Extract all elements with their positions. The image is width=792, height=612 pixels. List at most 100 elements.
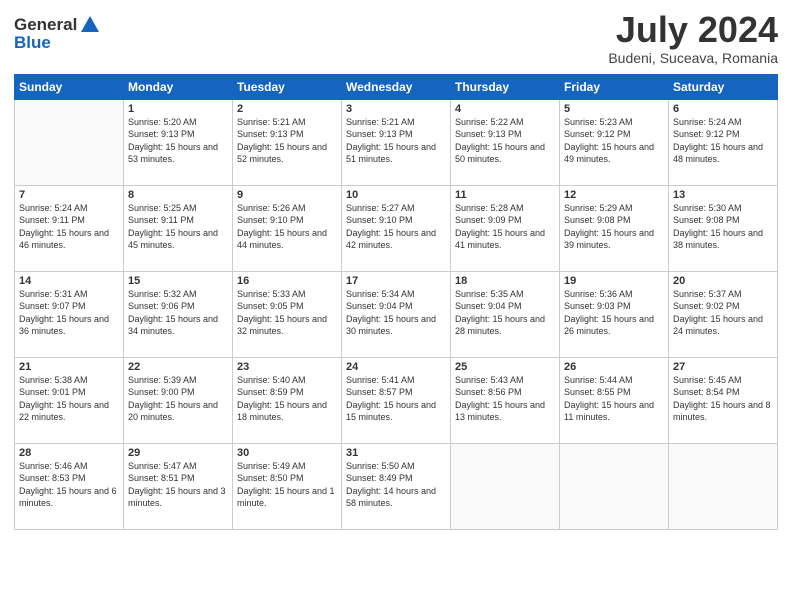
daylight: Daylight: 15 hours and 45 minutes. bbox=[128, 228, 218, 251]
daylight: Daylight: 14 hours and 58 minutes. bbox=[346, 486, 436, 509]
day-number: 22 bbox=[128, 361, 228, 373]
sunrise: Sunrise: 5:24 AM bbox=[19, 203, 88, 213]
day-info: Sunrise: 5:36 AMSunset: 9:03 PMDaylight:… bbox=[564, 288, 664, 338]
sunset: Sunset: 9:02 PM bbox=[673, 301, 740, 311]
daylight: Daylight: 15 hours and 53 minutes. bbox=[128, 142, 218, 165]
calendar-cell: 19Sunrise: 5:36 AMSunset: 9:03 PMDayligh… bbox=[560, 271, 669, 357]
col-friday: Friday bbox=[560, 74, 669, 99]
calendar-cell: 26Sunrise: 5:44 AMSunset: 8:55 PMDayligh… bbox=[560, 357, 669, 443]
calendar-cell: 7 Sunrise: 5:24 AM Sunset: 9:11 PM Daylight… bbox=[15, 185, 124, 271]
calendar-cell: 24Sunrise: 5:41 AMSunset: 8:57 PMDayligh… bbox=[342, 357, 451, 443]
col-saturday: Saturday bbox=[669, 74, 778, 99]
calendar-cell: 23Sunrise: 5:40 AMSunset: 8:59 PMDayligh… bbox=[233, 357, 342, 443]
day-info: Sunrise: 5:34 AM Sunset: 9:04 PM Daylight:… bbox=[346, 288, 446, 338]
day-number: 3 bbox=[346, 103, 446, 115]
calendar-cell: 4Sunrise: 5:22 AMSunset: 9:13 PMDaylight… bbox=[451, 99, 560, 185]
sunrise: Sunrise: 5:44 AM bbox=[564, 375, 633, 385]
calendar-cell: 12Sunrise: 5:29 AMSunset: 9:08 PMDayligh… bbox=[560, 185, 669, 271]
day-info: Sunrise: 5:26 AM Sunset: 9:10 PM Daylight:… bbox=[237, 202, 337, 252]
daylight: Daylight: 15 hours and 8 minutes. bbox=[673, 400, 771, 423]
day-info: Sunrise: 5:22 AMSunset: 9:13 PMDaylight:… bbox=[455, 116, 555, 166]
location: Budeni, Suceava, Romania bbox=[608, 50, 778, 66]
sunrise: Sunrise: 5:34 AM bbox=[346, 289, 415, 299]
daylight: Daylight: 15 hours and 46 minutes. bbox=[19, 228, 109, 251]
sunrise: Sunrise: 5:23 AM bbox=[564, 117, 633, 127]
day-info: Sunrise: 5:23 AMSunset: 9:12 PMDaylight:… bbox=[564, 116, 664, 166]
sunrise: Sunrise: 5:33 AM bbox=[237, 289, 306, 299]
day-number: 23 bbox=[237, 361, 337, 373]
calendar-cell: 28Sunrise: 5:46 AMSunset: 8:53 PMDayligh… bbox=[15, 443, 124, 529]
day-number: 7 bbox=[19, 189, 119, 201]
day-number: 5 bbox=[564, 103, 664, 115]
day-info: Sunrise: 5:21 AMSunset: 9:13 PMDaylight:… bbox=[346, 116, 446, 166]
day-number: 9 bbox=[237, 189, 337, 201]
sunrise: Sunrise: 5:50 AM bbox=[346, 461, 415, 471]
day-info: Sunrise: 5:35 AMSunset: 9:04 PMDaylight:… bbox=[455, 288, 555, 338]
col-tuesday: Tuesday bbox=[233, 74, 342, 99]
day-number: 1 bbox=[128, 103, 228, 115]
day-info: Sunrise: 5:33 AMSunset: 9:05 PMDaylight:… bbox=[237, 288, 337, 338]
daylight: Daylight: 15 hours and 24 minutes. bbox=[673, 314, 763, 337]
calendar-cell: 5Sunrise: 5:23 AMSunset: 9:12 PMDaylight… bbox=[560, 99, 669, 185]
day-info: Sunrise: 5:32 AMSunset: 9:06 PMDaylight:… bbox=[128, 288, 228, 338]
sunrise: Sunrise: 5:26 AM bbox=[237, 203, 306, 213]
daylight: Daylight: 15 hours and 26 minutes. bbox=[564, 314, 654, 337]
calendar-cell: 3Sunrise: 5:21 AMSunset: 9:13 PMDaylight… bbox=[342, 99, 451, 185]
daylight: Daylight: 15 hours and 28 minutes. bbox=[455, 314, 545, 337]
daylight: Daylight: 15 hours and 50 minutes. bbox=[455, 142, 545, 165]
daylight: Daylight: 15 hours and 30 minutes. bbox=[346, 314, 436, 337]
sunrise: Sunrise: 5:49 AM bbox=[237, 461, 306, 471]
calendar-cell bbox=[560, 443, 669, 529]
daylight: Daylight: 15 hours and 44 minutes. bbox=[237, 228, 327, 251]
day-info: Sunrise: 5:49 AMSunset: 8:50 PMDaylight:… bbox=[237, 460, 337, 510]
page-header: General Blue July 2024 Budeni, Suceava, … bbox=[14, 10, 778, 66]
sunset: Sunset: 9:04 PM bbox=[455, 301, 522, 311]
col-monday: Monday bbox=[124, 74, 233, 99]
day-number: 12 bbox=[564, 189, 664, 201]
sunset: Sunset: 9:08 PM bbox=[673, 215, 740, 225]
sunset: Sunset: 9:13 PM bbox=[346, 129, 413, 139]
day-number: 14 bbox=[19, 275, 119, 287]
daylight: Daylight: 15 hours and 6 minutes. bbox=[19, 486, 117, 509]
calendar-cell: 14Sunrise: 5:31 AMSunset: 9:07 PMDayligh… bbox=[15, 271, 124, 357]
sunset: Sunset: 9:04 PM bbox=[346, 301, 413, 311]
day-number: 20 bbox=[673, 275, 773, 287]
day-info: Sunrise: 5:47 AMSunset: 8:51 PMDaylight:… bbox=[128, 460, 228, 510]
day-info: Sunrise: 5:24 AM Sunset: 9:11 PM Daylight:… bbox=[19, 202, 119, 252]
sunrise: Sunrise: 5:22 AM bbox=[455, 117, 524, 127]
col-sunday: Sunday bbox=[15, 74, 124, 99]
sunrise: Sunrise: 5:25 AM bbox=[128, 203, 197, 213]
sunset: Sunset: 9:12 PM bbox=[673, 129, 740, 139]
sunrise: Sunrise: 5:43 AM bbox=[455, 375, 524, 385]
sunrise: Sunrise: 5:20 AM bbox=[128, 117, 197, 127]
calendar-table: Sunday Monday Tuesday Wednesday Thursday… bbox=[14, 74, 778, 530]
sunset: Sunset: 9:07 PM bbox=[19, 301, 86, 311]
sunset: Sunset: 9:00 PM bbox=[128, 387, 195, 397]
day-number: 13 bbox=[673, 189, 773, 201]
title-block: July 2024 Budeni, Suceava, Romania bbox=[608, 10, 778, 66]
week-row-3: 14Sunrise: 5:31 AMSunset: 9:07 PMDayligh… bbox=[15, 271, 778, 357]
day-number: 16 bbox=[237, 275, 337, 287]
col-wednesday: Wednesday bbox=[342, 74, 451, 99]
daylight: Daylight: 15 hours and 22 minutes. bbox=[19, 400, 109, 423]
calendar-cell: 9 Sunrise: 5:26 AM Sunset: 9:10 PM Daylight… bbox=[233, 185, 342, 271]
day-number: 2 bbox=[237, 103, 337, 115]
sunset: Sunset: 9:12 PM bbox=[564, 129, 631, 139]
week-row-5: 28Sunrise: 5:46 AMSunset: 8:53 PMDayligh… bbox=[15, 443, 778, 529]
day-number: 24 bbox=[346, 361, 446, 373]
sunset: Sunset: 9:11 PM bbox=[19, 215, 85, 225]
sunset: Sunset: 8:59 PM bbox=[237, 387, 304, 397]
daylight: Daylight: 15 hours and 38 minutes. bbox=[673, 228, 763, 251]
day-number: 18 bbox=[455, 275, 555, 287]
sunset: Sunset: 9:10 PM bbox=[237, 215, 304, 225]
sunset: Sunset: 8:57 PM bbox=[346, 387, 413, 397]
day-number: 29 bbox=[128, 447, 228, 459]
day-info: Sunrise: 5:43 AMSunset: 8:56 PMDaylight:… bbox=[455, 374, 555, 424]
sunset: Sunset: 8:51 PM bbox=[128, 473, 195, 483]
calendar-cell: 11Sunrise: 5:28 AMSunset: 9:09 PMDayligh… bbox=[451, 185, 560, 271]
day-number: 25 bbox=[455, 361, 555, 373]
day-info: Sunrise: 5:44 AMSunset: 8:55 PMDaylight:… bbox=[564, 374, 664, 424]
sunset: Sunset: 9:06 PM bbox=[128, 301, 195, 311]
sunrise: Sunrise: 5:21 AM bbox=[237, 117, 306, 127]
calendar-cell: 10Sunrise: 5:27 AMSunset: 9:10 PMDayligh… bbox=[342, 185, 451, 271]
